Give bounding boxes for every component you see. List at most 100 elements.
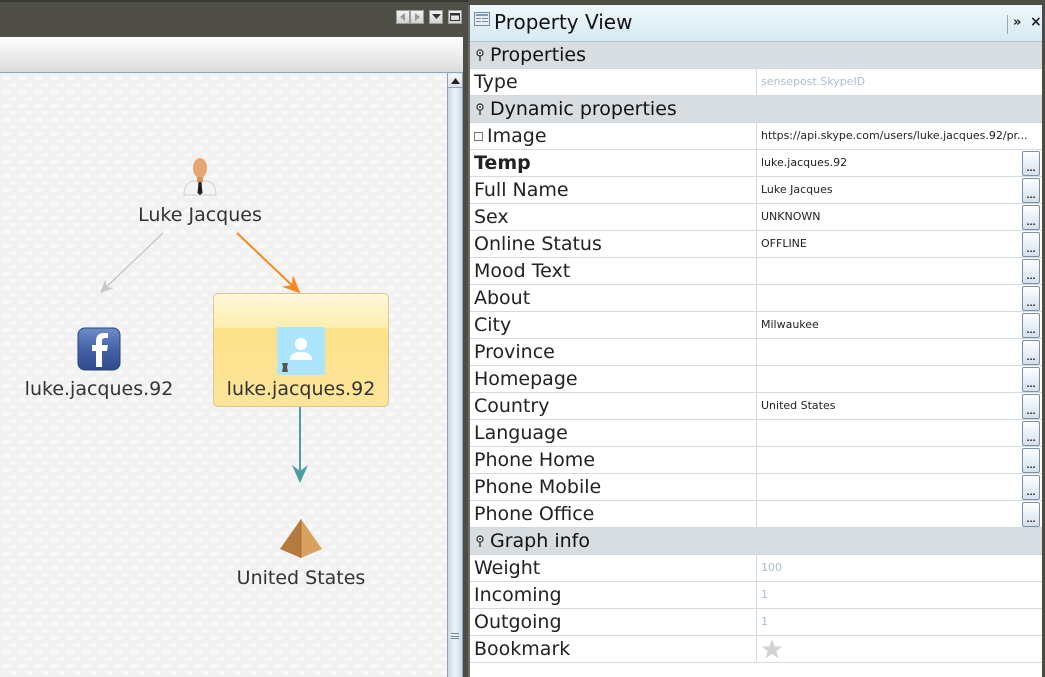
facebook-icon[interactable] (77, 327, 121, 375)
property-value-text: Luke Jacques (761, 183, 833, 196)
header-separator (1007, 15, 1008, 34)
property-row-full-name[interactable]: Full Name Luke Jacques... (470, 177, 1042, 204)
scroll-up-button[interactable] (448, 74, 462, 88)
property-row-sex[interactable]: Sex UNKNOWN... (470, 204, 1042, 231)
property-value[interactable]: ... (757, 420, 1042, 446)
more-options-button[interactable]: » (1013, 15, 1021, 30)
property-row-image[interactable]: Image https://api.skype.com/users/luke.ja… (470, 123, 1042, 150)
property-name-label: Weight (474, 557, 541, 579)
category-label: Properties (490, 44, 587, 66)
bookmark-star-icon[interactable] (761, 638, 783, 662)
edit-value-button[interactable]: ... (1022, 421, 1040, 446)
edge-person-to-facebook[interactable] (99, 232, 164, 294)
property-view-title: Property View (494, 10, 633, 34)
property-row-online-status[interactable]: Online Status OFFLINE... (470, 231, 1042, 258)
property-value[interactable]: ... (757, 474, 1042, 500)
property-row-province[interactable]: Province... (470, 339, 1042, 366)
close-button[interactable]: × (1030, 14, 1042, 30)
property-value[interactable]: ... (757, 258, 1042, 284)
edit-value-button[interactable]: ... (1022, 502, 1040, 527)
edit-value-button[interactable]: ... (1022, 232, 1040, 257)
property-row-language[interactable]: Language... (470, 420, 1042, 447)
property-value: 1 (757, 609, 1042, 635)
property-name: Online Status (470, 231, 757, 257)
pin-icon (470, 535, 490, 547)
property-row-city[interactable]: City Milwaukee... (470, 312, 1042, 339)
node-label-location[interactable]: United States (237, 567, 366, 589)
property-name: Incoming (470, 582, 757, 608)
property-value[interactable]: Luke Jacques... (757, 177, 1042, 203)
category-graph-info[interactable]: Graph info (470, 528, 1042, 555)
edit-value-button[interactable]: ... (1022, 448, 1040, 473)
edit-value-button[interactable]: ... (1022, 394, 1040, 419)
right-arrow-icon (415, 13, 420, 21)
expand-toggle-icon[interactable] (474, 131, 483, 141)
property-value-text: UNKNOWN (761, 210, 821, 223)
edit-value-button[interactable]: ... (1022, 475, 1040, 500)
previous-view-button[interactable] (396, 10, 410, 24)
property-row-phone-office[interactable]: Phone Office... (470, 501, 1042, 528)
property-row-outgoing[interactable]: Outgoing 1 (470, 609, 1042, 636)
property-value[interactable]: ... (757, 447, 1042, 473)
category-properties[interactable]: Properties (470, 42, 1042, 69)
property-value[interactable]: United States... (757, 393, 1042, 419)
property-name: Temp (470, 150, 757, 176)
edit-value-button[interactable]: ... (1022, 259, 1040, 284)
property-row-weight[interactable]: Weight 100 (470, 555, 1042, 582)
person-icon[interactable] (181, 155, 219, 201)
property-row-phone-home[interactable]: Phone Home... (470, 447, 1042, 474)
pin-icon (470, 49, 490, 61)
node-label-person[interactable]: Luke Jacques (138, 204, 262, 226)
property-value[interactable]: ... (757, 285, 1042, 311)
skype-id-icon[interactable] (277, 327, 325, 379)
property-row-type[interactable]: Type sensepost.SkypeID (470, 69, 1042, 96)
graph-vertical-scrollbar[interactable] (447, 73, 463, 677)
property-value[interactable] (757, 636, 1042, 662)
edit-value-button[interactable]: ... (1022, 313, 1040, 338)
property-name-label: Bookmark (474, 638, 571, 660)
category-label: Dynamic properties (490, 98, 677, 120)
edit-value-button[interactable]: ... (1022, 151, 1040, 176)
pyramid-location-icon[interactable] (279, 518, 323, 564)
property-name-label: City (474, 314, 512, 336)
property-value[interactable]: ... (757, 366, 1042, 392)
scrollbar-grip[interactable] (451, 633, 459, 639)
property-name: Phone Mobile (470, 474, 757, 500)
property-name: About (470, 285, 757, 311)
view-menu-button[interactable] (429, 10, 443, 24)
property-value[interactable]: ... (757, 501, 1042, 527)
next-view-button[interactable] (410, 10, 424, 24)
edit-value-button[interactable]: ... (1022, 286, 1040, 311)
property-row-homepage[interactable]: Homepage... (470, 366, 1042, 393)
property-value-text: OFFLINE (761, 237, 807, 250)
property-row-about[interactable]: About... (470, 285, 1042, 312)
property-value[interactable]: OFFLINE... (757, 231, 1042, 257)
property-row-bookmark[interactable]: Bookmark (470, 636, 1042, 663)
graph-canvas[interactable]: Luke Jacques luke.jacques.92 luke.jacque… (0, 73, 447, 677)
property-row-country[interactable]: Country United States... (470, 393, 1042, 420)
node-label-skype[interactable]: luke.jacques.92 (227, 378, 376, 400)
edit-value-button[interactable]: ... (1022, 340, 1040, 365)
maximize-button[interactable] (448, 10, 462, 24)
property-value[interactable]: ... (757, 339, 1042, 365)
property-row-phone-mobile[interactable]: Phone Mobile... (470, 474, 1042, 501)
property-name-label: Country (474, 395, 550, 417)
property-value[interactable]: https://api.skype.com/users/luke.jacques… (757, 123, 1042, 149)
property-value[interactable]: luke.jacques.92... (757, 150, 1042, 176)
property-name: Homepage (470, 366, 757, 392)
property-name-label: Sex (474, 206, 509, 228)
edit-value-button[interactable]: ... (1022, 367, 1040, 392)
property-row-mood-text[interactable]: Mood Text... (470, 258, 1042, 285)
edit-value-button[interactable]: ... (1022, 178, 1040, 203)
edit-value-button[interactable]: ... (1022, 205, 1040, 230)
edge-person-to-skype[interactable] (236, 232, 301, 294)
property-name: Bookmark (470, 636, 757, 662)
property-value[interactable]: UNKNOWN... (757, 204, 1042, 230)
property-value-text: https://api.skype.com/users/luke.jacques… (761, 129, 1028, 142)
node-label-facebook[interactable]: luke.jacques.92 (25, 378, 174, 400)
property-row-temp[interactable]: Temp luke.jacques.92... (470, 150, 1042, 177)
graph-toolbar (0, 37, 464, 73)
category-dynamic-properties[interactable]: Dynamic properties (470, 96, 1042, 123)
property-value[interactable]: Milwaukee... (757, 312, 1042, 338)
property-row-incoming[interactable]: Incoming 1 (470, 582, 1042, 609)
